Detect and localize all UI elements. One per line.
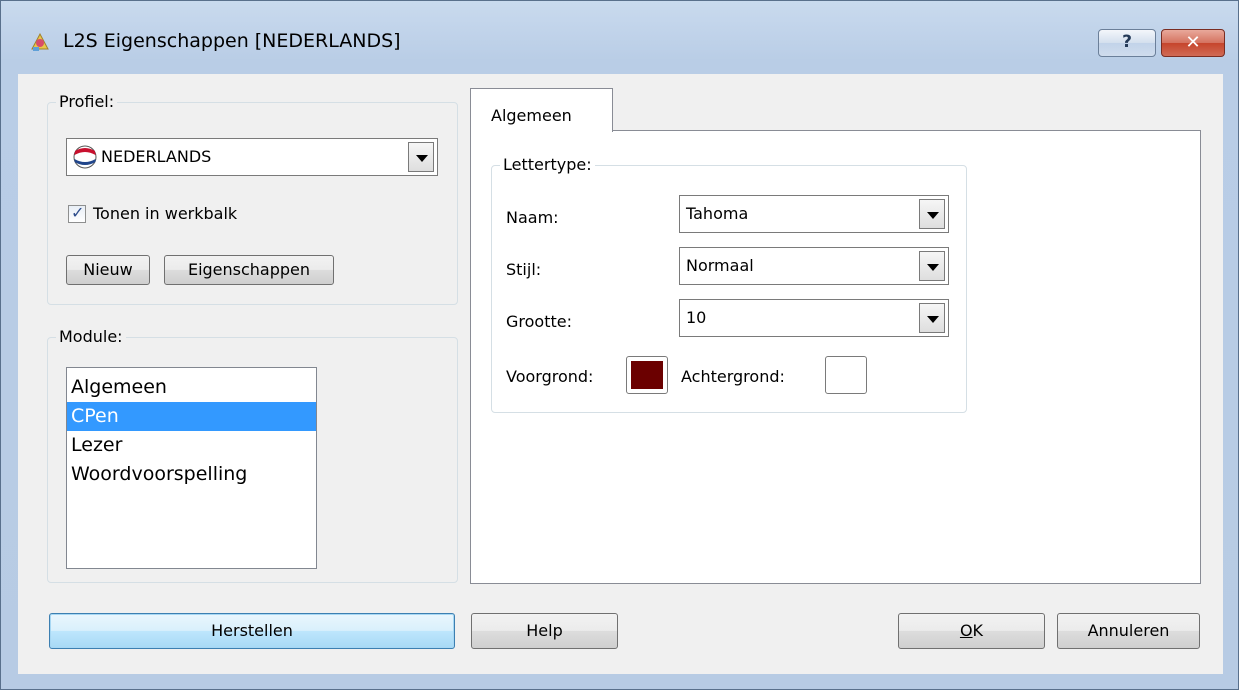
font-size-label: Grootte: bbox=[506, 312, 572, 331]
dialog-window: L2S Eigenschappen [NEDERLANDS] ? ✕ Profi… bbox=[0, 0, 1239, 690]
reset-button-label: Herstellen bbox=[211, 621, 293, 640]
font-style-label: Stijl: bbox=[506, 260, 542, 279]
module-group-label: Module: bbox=[56, 327, 126, 346]
ok-button-label: OK bbox=[899, 614, 1044, 640]
ok-accelerator: O bbox=[959, 621, 973, 640]
profile-group-label: Profiel: bbox=[56, 92, 118, 111]
module-list-items: Algemeen CPen Lezer Woordvoorspelling bbox=[67, 368, 316, 489]
dialog-client-area: Profiel: NEDERLANDS Tonen in werkbalk Ni… bbox=[18, 74, 1223, 674]
tab-algemeen-label: Algemeen bbox=[491, 106, 572, 125]
module-list-item[interactable]: CPen bbox=[67, 402, 316, 431]
font-size-value: 10 bbox=[686, 308, 707, 327]
chevron-down-icon[interactable] bbox=[919, 251, 945, 281]
profile-dropdown[interactable]: NEDERLANDS bbox=[66, 138, 438, 176]
profile-selected-value: NEDERLANDS bbox=[101, 147, 212, 166]
font-name-value: Tahoma bbox=[686, 204, 749, 223]
module-list[interactable]: Algemeen CPen Lezer Woordvoorspelling bbox=[66, 367, 317, 569]
module-list-item[interactable]: Woordvoorspelling bbox=[67, 460, 316, 489]
profile-properties-button-label: Eigenschappen bbox=[187, 260, 311, 279]
chevron-down-icon[interactable] bbox=[919, 199, 945, 229]
background-label: Achtergrond: bbox=[681, 367, 785, 386]
font-style-dropdown[interactable]: Normaal bbox=[679, 247, 949, 285]
ok-rest: K bbox=[972, 621, 984, 640]
question-icon: ? bbox=[1122, 32, 1132, 52]
reset-button[interactable]: Herstellen bbox=[49, 613, 455, 649]
help-button-label: Help bbox=[526, 621, 563, 640]
window-title: L2S Eigenschappen [NEDERLANDS] bbox=[63, 30, 401, 52]
new-profile-button[interactable]: Nieuw bbox=[66, 255, 150, 285]
tab-algemeen[interactable]: Algemeen bbox=[470, 88, 613, 132]
title-bar[interactable]: L2S Eigenschappen [NEDERLANDS] ? ✕ bbox=[1, 1, 1238, 71]
close-button[interactable]: ✕ bbox=[1161, 29, 1225, 57]
new-profile-button-label: Nieuw bbox=[83, 260, 133, 279]
chevron-down-icon[interactable] bbox=[919, 303, 945, 333]
app-icon bbox=[31, 32, 49, 51]
dutch-flag-icon bbox=[73, 145, 97, 169]
foreground-color-button[interactable] bbox=[626, 356, 668, 394]
chevron-down-icon[interactable] bbox=[408, 142, 434, 172]
profile-properties-button[interactable]: Eigenschappen bbox=[164, 255, 334, 285]
cancel-button-label: Annuleren bbox=[1087, 621, 1170, 640]
module-list-item[interactable]: Lezer bbox=[67, 431, 316, 460]
font-name-label: Naam: bbox=[506, 208, 559, 227]
module-list-item[interactable]: Algemeen bbox=[67, 373, 316, 402]
font-style-value: Normaal bbox=[686, 256, 754, 275]
background-color-swatch bbox=[830, 361, 862, 389]
font-size-dropdown[interactable]: 10 bbox=[679, 299, 949, 337]
title-help-button[interactable]: ? bbox=[1098, 29, 1156, 57]
foreground-color-swatch bbox=[631, 361, 663, 389]
show-in-toolbar-checkbox[interactable] bbox=[68, 203, 86, 223]
ok-button[interactable]: OK bbox=[898, 613, 1045, 649]
show-in-toolbar-label[interactable]: Tonen in werkbalk bbox=[93, 204, 237, 223]
help-button[interactable]: Help bbox=[471, 613, 618, 649]
cancel-button[interactable]: Annuleren bbox=[1057, 613, 1200, 649]
background-color-button[interactable] bbox=[825, 356, 867, 394]
close-icon: ✕ bbox=[1185, 32, 1201, 53]
font-name-dropdown[interactable]: Tahoma bbox=[679, 195, 949, 233]
tab-panel: Lettertype: Naam: Tahoma Stijl: Normaal … bbox=[470, 130, 1201, 584]
font-group-label: Lettertype: bbox=[500, 155, 595, 174]
foreground-label: Voorgrond: bbox=[506, 367, 594, 386]
